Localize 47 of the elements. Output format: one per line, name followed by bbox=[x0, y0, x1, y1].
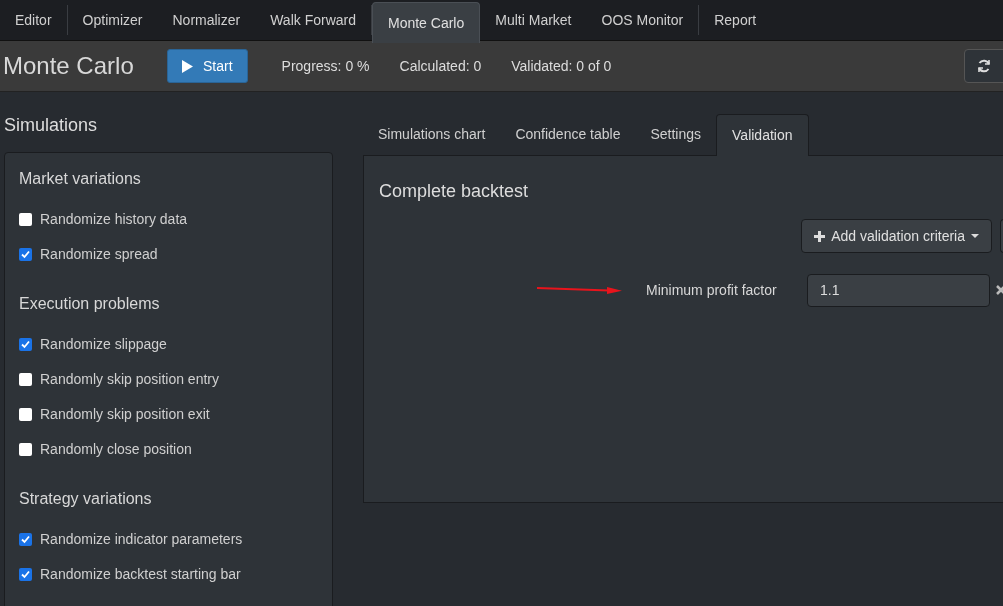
value-field[interactable]: 1.1 bbox=[807, 273, 990, 307]
refresh-button[interactable] bbox=[964, 49, 1003, 83]
content-tab[interactable]: Confidence table bbox=[500, 114, 636, 155]
checkbox-label: Randomly skip position entry bbox=[40, 370, 219, 389]
group-heading: Execution problems bbox=[19, 294, 161, 314]
checkbox[interactable] bbox=[19, 533, 32, 546]
nav-tab[interactable]: Monte Carlo bbox=[372, 2, 481, 43]
remove-icon[interactable] bbox=[996, 285, 1003, 295]
content-tab[interactable]: Validation bbox=[716, 114, 809, 156]
checkbox-label: Randomize indicator parameters bbox=[40, 530, 243, 549]
checkbox[interactable] bbox=[19, 248, 32, 261]
content-tab[interactable]: Simulations chart bbox=[363, 114, 501, 155]
nav-tab[interactable]: OOS Monitor bbox=[586, 0, 699, 41]
progress-text: Progress: 0 % bbox=[281, 56, 370, 76]
nav-tab[interactable]: Optimizer bbox=[67, 0, 158, 41]
start-button[interactable]: Start bbox=[167, 49, 248, 83]
caret-icon bbox=[971, 234, 979, 238]
checkbox-label: Randomize slippage bbox=[40, 335, 167, 354]
nav-tab[interactable]: Walk Forward bbox=[255, 0, 371, 41]
nav-tab[interactable]: Multi Market bbox=[480, 0, 587, 41]
checkbox-label: Randomize history data bbox=[40, 210, 188, 229]
criteria-label: Minimum profit factor bbox=[646, 280, 778, 300]
checkbox[interactable] bbox=[19, 408, 32, 421]
calculated-text: Calculated: 0 bbox=[399, 56, 482, 76]
checkbox[interactable] bbox=[19, 338, 32, 351]
checkbox[interactable] bbox=[19, 213, 32, 226]
nav-tab[interactable]: Report bbox=[699, 0, 772, 41]
add-criteria-button[interactable]: Add validation criteria bbox=[801, 219, 992, 253]
panel-title: Complete backtest bbox=[379, 180, 530, 203]
validated-text: Validated: 0 of 0 bbox=[511, 56, 612, 76]
checkbox-label: Randomly close position bbox=[40, 440, 192, 459]
group-heading: Strategy variations bbox=[19, 489, 153, 509]
page-title: Monte Carlo bbox=[2, 51, 135, 81]
refresh-icon bbox=[977, 59, 991, 73]
section-title: Simulations bbox=[4, 114, 99, 137]
checkbox[interactable] bbox=[19, 568, 32, 581]
checkbox[interactable] bbox=[19, 443, 32, 456]
checkbox-label: Randomize backtest starting bar bbox=[40, 565, 241, 584]
nav-tab[interactable]: Normalizer bbox=[157, 0, 256, 41]
checkbox-label: Randomly skip position exit bbox=[40, 405, 210, 424]
checkbox[interactable] bbox=[19, 373, 32, 386]
play-icon bbox=[182, 59, 193, 73]
group-heading: Market variations bbox=[19, 169, 142, 189]
plus-icon bbox=[814, 230, 826, 242]
nav-tab[interactable]: Editor bbox=[0, 0, 67, 41]
checkbox-label: Randomize spread bbox=[40, 245, 158, 264]
content-tab[interactable]: Settings bbox=[635, 114, 717, 155]
